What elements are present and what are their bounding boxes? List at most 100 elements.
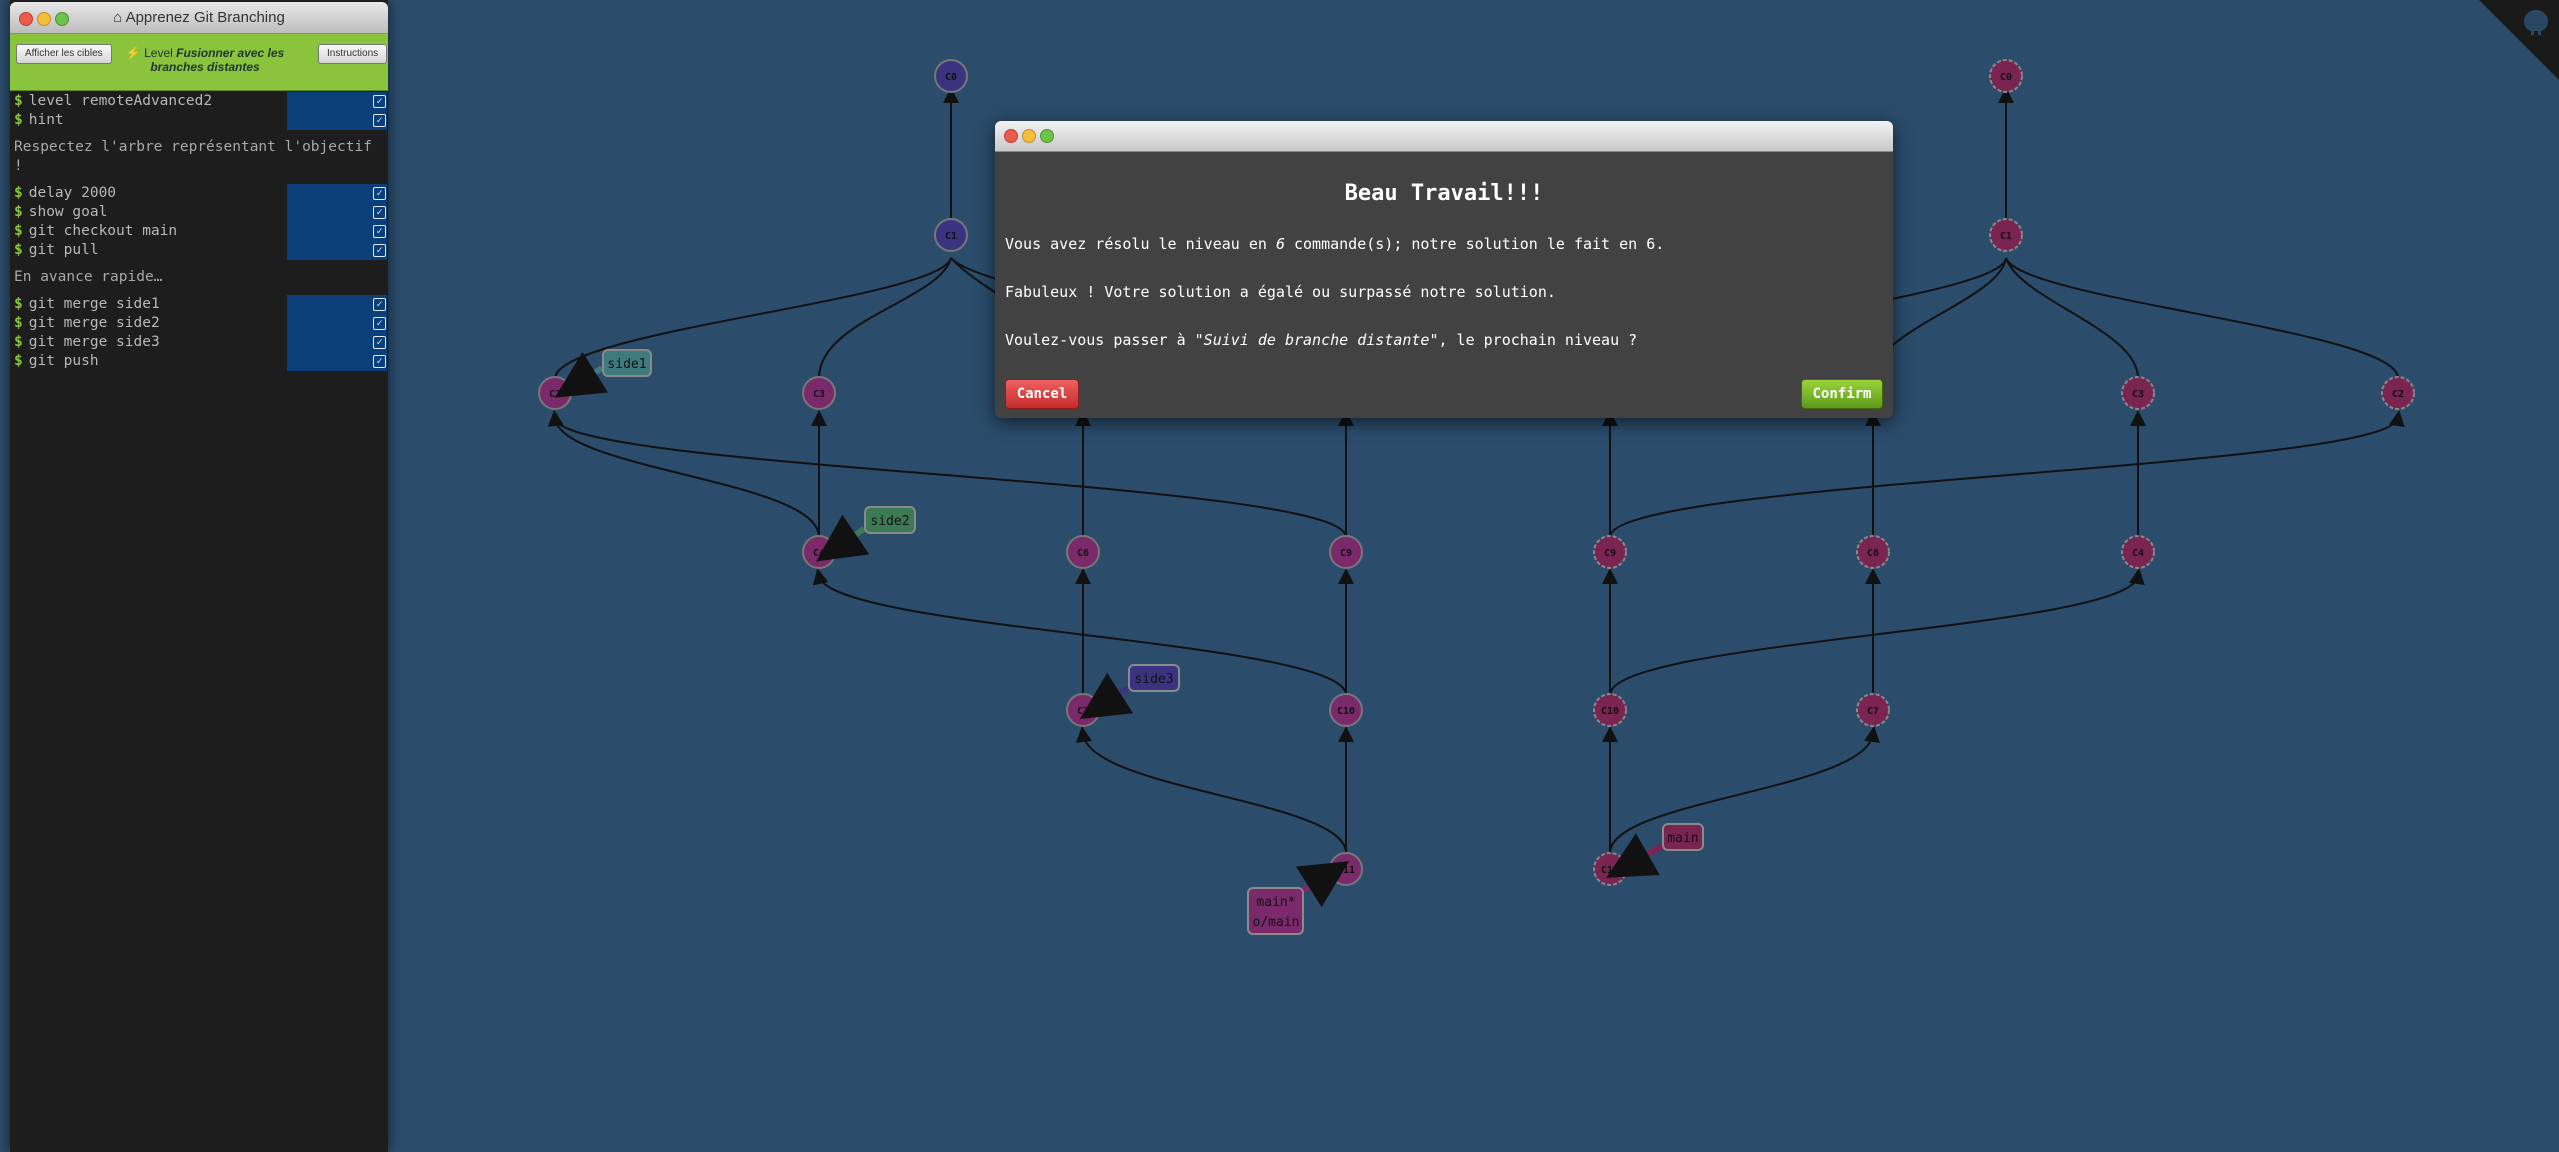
branch-side3[interactable]: side3 xyxy=(1079,664,1180,719)
check-icon: ✓ xyxy=(373,187,386,200)
dialog-next-level-line: Voulez-vous passer à "Suivi de branche d… xyxy=(1005,331,1638,349)
origin-commit-c7[interactable]: C7 xyxy=(1856,693,1890,727)
command-history: $ level remoteAdvanced2 ✓ $ hint ✓ Respect… xyxy=(10,92,388,371)
dialog-heading: Beau Travail!!! xyxy=(1344,181,1544,206)
svg-text:C3: C3 xyxy=(813,389,825,400)
commit-c7[interactable]: C7 xyxy=(1066,693,1100,727)
svg-text:C11: C11 xyxy=(1601,865,1619,876)
check-icon: ✓ xyxy=(373,95,386,108)
command-status: ✓ xyxy=(287,241,387,260)
svg-text:side2: side2 xyxy=(870,514,909,529)
command-entry: $ hint ✓ xyxy=(10,111,388,130)
command-status: ✓ xyxy=(287,92,387,111)
svg-text:C6: C6 xyxy=(1867,548,1879,559)
origin-commit-c3[interactable]: C3 xyxy=(2121,376,2155,410)
svg-text:C6: C6 xyxy=(1077,548,1089,559)
check-icon: ✓ xyxy=(373,225,386,238)
command-entry: $ git checkout main ✓ xyxy=(10,222,388,241)
origin-commit-c1[interactable]: C1 xyxy=(1989,218,2023,252)
svg-text:C10: C10 xyxy=(1601,706,1619,717)
svg-text:C0: C0 xyxy=(2000,72,2012,83)
commit-c2[interactable]: C2 xyxy=(538,376,572,410)
origin-commit-c10[interactable]: C10 xyxy=(1593,693,1627,727)
command-entry: $ git merge side3 ✓ xyxy=(10,333,388,352)
svg-text:main*: main* xyxy=(1256,895,1295,910)
origin-commit-c6[interactable]: C6 xyxy=(1856,535,1890,569)
svg-text:C2: C2 xyxy=(549,389,561,400)
svg-text:side3: side3 xyxy=(1134,672,1173,687)
instructions-button[interactable]: Instructions xyxy=(318,44,388,64)
commit-c6[interactable]: C6 xyxy=(1066,535,1100,569)
confirm-button[interactable]: Confirm xyxy=(1801,379,1883,409)
commit-c0[interactable]: C0 xyxy=(934,59,968,93)
svg-text:C7: C7 xyxy=(1867,706,1879,717)
branch-side2[interactable]: side2 xyxy=(816,506,916,562)
svg-text:C1: C1 xyxy=(945,231,957,242)
branch-main-local[interactable]: main* o/main xyxy=(1247,861,1350,935)
close-icon[interactable] xyxy=(1004,129,1018,143)
command-status: ✓ xyxy=(287,352,387,371)
command-status: ✓ xyxy=(287,111,387,130)
commit-c10[interactable]: C10 xyxy=(1329,693,1363,727)
svg-text:C4: C4 xyxy=(813,548,825,559)
svg-text:C7: C7 xyxy=(1077,706,1089,717)
commit-c3[interactable]: C3 xyxy=(802,376,836,410)
command-status: ✓ xyxy=(287,333,387,352)
command-status: ✓ xyxy=(287,222,387,241)
svg-text:C3: C3 xyxy=(2132,389,2144,400)
origin-commit-c2[interactable]: C2 xyxy=(2381,376,2415,410)
check-icon: ✓ xyxy=(373,244,386,257)
origin-commit-c0[interactable]: C0 xyxy=(1989,59,2023,93)
svg-text:C11: C11 xyxy=(1337,865,1355,876)
terminal-titlebar: ⌂ Apprenez Git Branching xyxy=(10,2,388,34)
check-icon: ✓ xyxy=(373,336,386,349)
svg-text:C9: C9 xyxy=(1340,548,1352,559)
level-label: ⚡ Level Fusionner avec les branches dist… xyxy=(125,46,285,74)
check-icon: ✓ xyxy=(373,114,386,127)
origin-commit-c4[interactable]: C4 xyxy=(2121,535,2155,569)
bolt-icon: ⚡ xyxy=(125,46,141,60)
commit-c11[interactable]: C11 xyxy=(1329,852,1363,886)
cancel-button[interactable]: Cancel xyxy=(1005,379,1079,409)
commit-c9[interactable]: C9 xyxy=(1329,535,1363,569)
svg-text:C9: C9 xyxy=(1604,548,1616,559)
command-entry: $ delay 2000 ✓ xyxy=(10,184,388,203)
show-goals-button[interactable]: Afficher les cibles xyxy=(16,44,112,64)
level-complete-dialog: Beau Travail!!! Vous avez résolu le nive… xyxy=(995,121,1893,418)
svg-text:C1: C1 xyxy=(2000,231,2012,242)
maximize-icon[interactable] xyxy=(1040,129,1054,143)
svg-text:C4: C4 xyxy=(2132,548,2144,559)
command-status: ✓ xyxy=(287,295,387,314)
command-status: ✓ xyxy=(287,184,387,203)
check-icon: ✓ xyxy=(373,206,386,219)
svg-text:o/main: o/main xyxy=(1253,915,1300,930)
dialog-result-line: Vous avez résolu le niveau en 6 commande… xyxy=(1005,235,1665,253)
command-entry: $ git pull ✓ xyxy=(10,241,388,260)
terminal-title: ⌂ Apprenez Git Branching xyxy=(113,9,285,26)
command-entry: $ git merge side1 ✓ xyxy=(10,295,388,314)
octocat-icon[interactable] xyxy=(2519,6,2553,40)
commit-c1[interactable]: C1 xyxy=(934,218,968,252)
check-icon: ✓ xyxy=(373,355,386,368)
svg-text:side1: side1 xyxy=(607,357,646,372)
command-entry: $ level remoteAdvanced2 ✓ xyxy=(10,92,388,111)
info-message: En avance rapide… xyxy=(14,269,163,285)
origin-commit-c11[interactable]: C11 xyxy=(1593,852,1627,886)
check-icon: ✓ xyxy=(373,298,386,311)
commit-c4[interactable]: C4 xyxy=(802,535,836,569)
svg-text:C2: C2 xyxy=(2392,389,2404,400)
svg-text:C0: C0 xyxy=(945,72,957,83)
terminal-pane: ⌂ Apprenez Git Branching Afficher les ci… xyxy=(10,0,388,1152)
svg-text:C10: C10 xyxy=(1337,706,1355,717)
minimize-icon[interactable] xyxy=(1022,129,1036,143)
origin-commit-c9[interactable]: C9 xyxy=(1593,535,1627,569)
info-message: Respectez l'arbre représentant l'objecti… xyxy=(14,139,372,174)
dialog-praise-line: Fabuleux ! Votre solution a égalé ou sur… xyxy=(1005,283,1556,301)
command-entry: $ git merge side2 ✓ xyxy=(10,314,388,333)
command-entry: $ show goal ✓ xyxy=(10,203,388,222)
home-icon: ⌂ xyxy=(113,9,123,26)
command-status: ✓ xyxy=(287,314,387,333)
check-icon: ✓ xyxy=(373,317,386,330)
command-status: ✓ xyxy=(287,203,387,222)
branch-main-remote[interactable]: main xyxy=(1606,823,1704,878)
